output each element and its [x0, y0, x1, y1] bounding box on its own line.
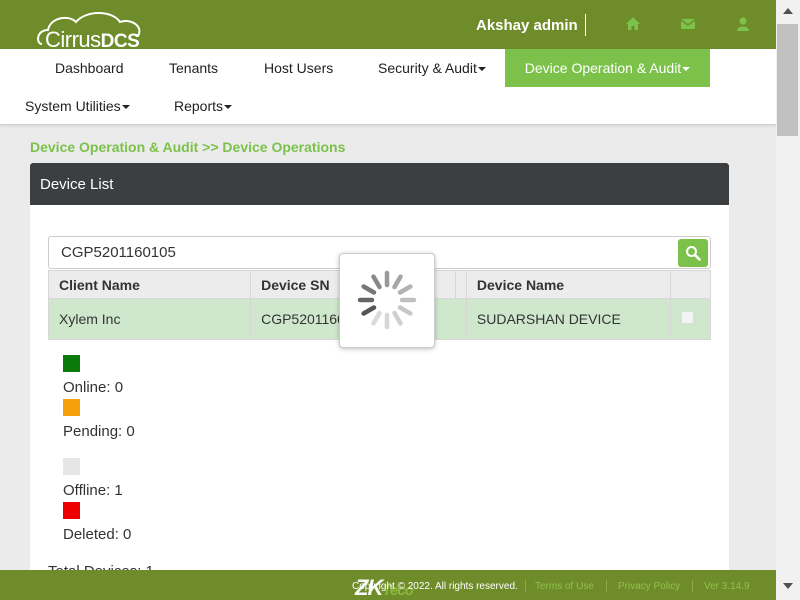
legend-online-swatch	[63, 355, 80, 372]
nav-tenants[interactable]: Tenants	[169, 60, 218, 76]
privacy-link[interactable]: Privacy Policy	[618, 581, 680, 592]
nav-system-utilities[interactable]: System Utilities	[25, 98, 130, 114]
panel-title: Device List	[40, 176, 114, 193]
nav-security-audit[interactable]: Security & Audit	[378, 60, 486, 76]
scroll-thumb[interactable]	[777, 24, 798, 136]
terms-link[interactable]: Terms of Use	[535, 581, 594, 592]
header-divider	[585, 14, 586, 36]
legend-deleted-label: Deleted: 0	[63, 526, 132, 543]
legend-offline-swatch	[63, 458, 80, 475]
caret-down-icon	[224, 105, 233, 110]
spinner-icon	[357, 270, 417, 330]
legend-deleted-swatch	[63, 502, 80, 519]
envelope-icon[interactable]	[680, 16, 696, 32]
legend-pending-swatch	[63, 399, 80, 416]
device-list-panel: Device List Client Name Device SN Device…	[30, 163, 729, 583]
col-client-name[interactable]: Client Name	[47, 270, 252, 299]
scroll-up-arrow-icon[interactable]	[783, 8, 793, 14]
cell-client-name: Xylem Inc	[47, 298, 252, 340]
panel-header: Device List	[30, 163, 729, 205]
nav-device-operation-audit[interactable]: Device Operation & Audit	[505, 49, 710, 87]
nav-host-users[interactable]: Host Users	[264, 60, 333, 76]
search-icon	[686, 246, 701, 261]
top-header: CirrusDCS Akshay admin	[0, 0, 776, 52]
footer-divider	[525, 580, 526, 592]
page-scrollbar[interactable]	[776, 0, 800, 600]
main-nav: Dashboard Tenants Host Users Security & …	[0, 49, 776, 125]
footer-divider	[692, 580, 693, 592]
scroll-down-arrow-icon[interactable]	[783, 583, 793, 589]
nav-reports[interactable]: Reports	[174, 98, 233, 114]
caret-down-icon	[121, 105, 130, 110]
caret-down-icon	[682, 67, 691, 72]
legend-pending-label: Pending: 0	[63, 423, 135, 440]
copyright-text: Copyright © 2022. All rights reserved.	[352, 581, 518, 592]
search-button[interactable]	[678, 239, 708, 267]
breadcrumb: Device Operation & Audit >> Device Opera…	[30, 139, 346, 155]
home-icon[interactable]	[625, 16, 641, 32]
nav-dashboard[interactable]: Dashboard	[55, 60, 124, 76]
col-device-name[interactable]: Device Name	[465, 270, 671, 299]
user-name[interactable]: Akshay admin	[476, 17, 578, 34]
footer: ZKTeco Copyright © 2022. All rights rese…	[0, 570, 776, 600]
loading-spinner	[339, 253, 435, 348]
legend-online-label: Online: 0	[63, 379, 124, 396]
cell-device-name: SUDARSHAN DEVICE	[465, 298, 671, 340]
caret-down-icon	[477, 67, 486, 72]
col-hidden	[454, 270, 467, 299]
row-checkbox[interactable]	[680, 311, 694, 324]
cell-select	[669, 298, 712, 340]
user-icon[interactable]	[735, 16, 751, 32]
cirrusdcs-logo[interactable]: CirrusDCS	[34, 8, 146, 52]
footer-divider	[606, 580, 607, 592]
col-select	[669, 270, 712, 299]
legend-offline-label: Offline: 1	[63, 482, 123, 499]
version-text: Ver 3.14.9	[704, 581, 750, 592]
